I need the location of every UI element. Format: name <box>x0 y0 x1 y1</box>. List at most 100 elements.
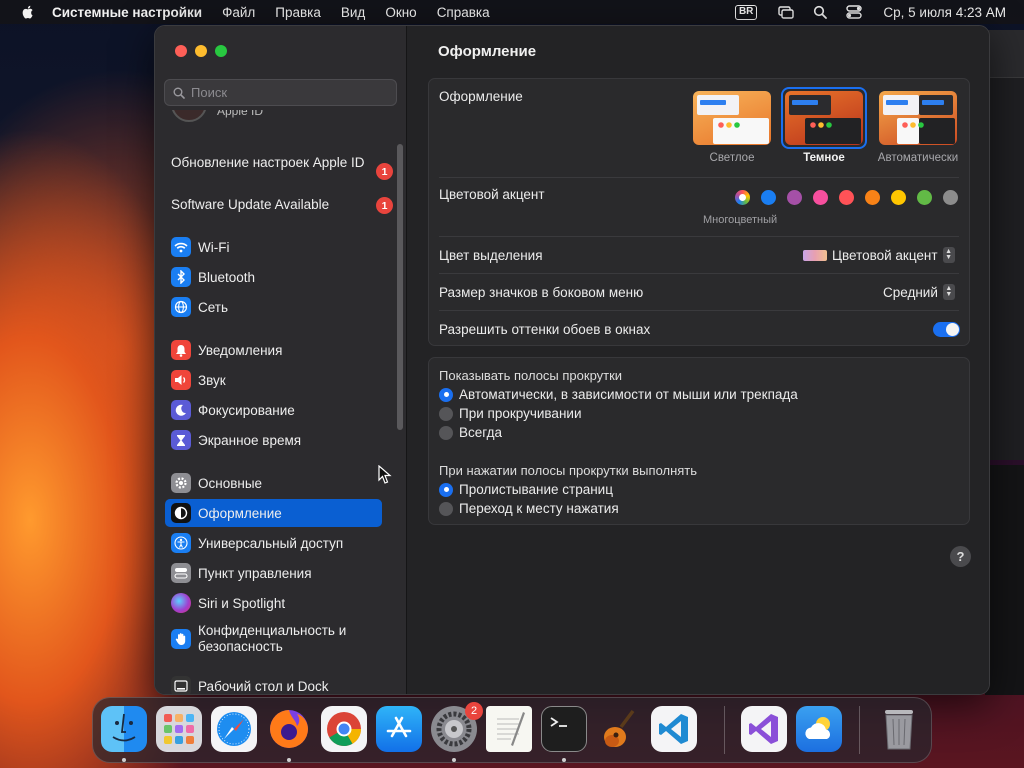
sidebar-icon-size-value: Средний <box>883 284 938 300</box>
sidebar-item-label: Фокусирование <box>198 402 295 418</box>
speaker-icon <box>171 370 191 390</box>
accent-pink-swatch[interactable] <box>813 190 828 205</box>
sidebar-item-sound[interactable]: Звук <box>165 366 382 394</box>
menu-window[interactable]: Окно <box>385 5 416 20</box>
accent-red-swatch[interactable] <box>839 190 854 205</box>
weather-icon[interactable] <box>796 706 842 752</box>
sidebar-item-label: Bluetooth <box>198 269 256 285</box>
dock-separator <box>724 706 725 754</box>
sidebar-item-screen-time[interactable]: Экранное время <box>165 426 382 454</box>
accessibility-icon <box>171 533 191 553</box>
garageband-icon[interactable] <box>596 706 642 752</box>
divider <box>439 273 959 274</box>
keyboard-layout-badge[interactable]: BR <box>734 4 758 20</box>
finder-icon[interactable] <box>101 706 147 752</box>
scrollbar-settings-group: Показывать полосы прокрутки Автоматическ… <box>428 357 970 525</box>
click-scrollbar-label: При нажатии полосы прокрутки выполнять <box>439 463 698 478</box>
chrome-icon[interactable] <box>321 706 367 752</box>
sidebar-item-desktop-dock[interactable]: Рабочий стол и Dock <box>165 672 382 694</box>
gear-icon <box>171 473 191 493</box>
accent-graphite-swatch[interactable] <box>943 190 958 205</box>
textedit-icon[interactable] <box>486 706 532 752</box>
radio-button[interactable] <box>439 425 453 440</box>
apple-id-row[interactable]: Apple ID <box>171 110 263 122</box>
notice-software-update[interactable]: Software Update Available 1 <box>171 197 393 214</box>
sidebar-item-label: Siri и Spotlight <box>198 595 286 611</box>
app-store-icon[interactable] <box>376 706 422 752</box>
terminal-icon[interactable] <box>541 706 587 752</box>
notice-apple-id-update[interactable]: Обновление настроек Apple ID 1 <box>171 155 393 180</box>
radio-button[interactable] <box>439 406 453 421</box>
sidebar-item-focus[interactable]: Фокусирование <box>165 396 382 424</box>
radio-button[interactable] <box>439 387 453 402</box>
vscode-icon[interactable] <box>651 706 697 752</box>
help-button[interactable]: ? <box>950 546 971 567</box>
minimize-button[interactable] <box>195 45 207 57</box>
sidebar-item-wifi[interactable]: Wi-Fi <box>165 233 382 261</box>
safari-icon[interactable] <box>211 706 257 752</box>
sidebar-icon-size-popup[interactable]: Средний ▲ ▼ <box>883 284 955 300</box>
sidebar-item-label: Основные <box>198 475 263 491</box>
click-option-jump-here[interactable]: Переход к месту нажатия <box>439 501 619 516</box>
menu-app-name[interactable]: Системные настройки <box>52 5 202 20</box>
highlight-color-popup[interactable]: Цветовой акцент ▲ ▼ <box>803 247 955 263</box>
sidebar-icon-size-label: Размер значков в боковом меню <box>439 285 644 300</box>
spotlight-search-icon[interactable] <box>811 3 829 21</box>
click-option-next-page[interactable]: Пролистывание страниц <box>439 482 613 497</box>
sidebar-item-bluetooth[interactable]: Bluetooth <box>165 263 382 291</box>
sidebar-item-label: Конфиденциальность и безопасность <box>198 623 347 654</box>
menubar-clock[interactable]: Ср, 5 июля 4:23 AM <box>883 5 1006 20</box>
accent-multicolor-swatch[interactable] <box>735 190 750 205</box>
accent-orange-swatch[interactable] <box>865 190 880 205</box>
control-center-icon[interactable] <box>845 3 863 21</box>
sidebar-item-network[interactable]: Сеть <box>165 293 382 321</box>
notification-badge: 1 <box>376 197 393 214</box>
notice-label: Обновление настроек Apple ID <box>171 155 365 170</box>
radio-button[interactable] <box>439 501 453 516</box>
trash-icon[interactable] <box>876 706 922 752</box>
highlight-preview-swatch <box>803 249 827 261</box>
appearance-dark-label: Темное <box>803 152 845 164</box>
launchpad-icon[interactable] <box>156 706 202 752</box>
highlight-color-label: Цвет выделения <box>439 248 543 263</box>
screen-mirroring-icon[interactable] <box>777 3 795 21</box>
apple-logo-icon[interactable] <box>20 4 36 20</box>
firefox-icon[interactable] <box>266 706 312 752</box>
appearance-light-thumbnail[interactable] <box>693 91 771 145</box>
sidebar-item-appearance[interactable]: Оформление <box>165 499 382 527</box>
zoom-button[interactable] <box>215 45 227 57</box>
sidebar-item-siri-spotlight[interactable]: Siri и Spotlight <box>165 589 382 617</box>
radio-label: При прокручивании <box>459 406 582 421</box>
sidebar-item-notifications[interactable]: Уведомления <box>165 336 382 364</box>
running-indicator <box>452 758 456 762</box>
accent-yellow-swatch[interactable] <box>891 190 906 205</box>
wallpaper-tint-toggle[interactable] <box>933 322 960 337</box>
menu-file[interactable]: Файл <box>222 5 255 20</box>
appearance-auto-thumbnail[interactable] <box>879 91 957 145</box>
hourglass-icon <box>171 430 191 450</box>
sidebar-item-privacy-security[interactable]: Конфиденциальность и безопасность <box>165 619 382 659</box>
menu-help[interactable]: Справка <box>437 5 490 20</box>
sidebar-item-accessibility[interactable]: Универсальный доступ <box>165 529 382 557</box>
search-input[interactable] <box>191 85 381 100</box>
close-button[interactable] <box>175 45 187 57</box>
scrollbars-option-scrolling[interactable]: При прокручивании <box>439 406 581 421</box>
accent-blue-swatch[interactable] <box>761 190 776 205</box>
radio-button[interactable] <box>439 482 453 497</box>
menu-edit[interactable]: Правка <box>275 5 321 20</box>
accent-green-swatch[interactable] <box>917 190 932 205</box>
hand-icon <box>171 629 191 649</box>
scrollbars-option-auto[interactable]: Автоматически, в зависимости от мыши или… <box>439 387 798 402</box>
appearance-icon <box>171 503 191 523</box>
system-settings-icon[interactable]: 2 <box>431 702 483 752</box>
sidebar-scrollbar[interactable] <box>397 144 403 430</box>
search-field[interactable] <box>164 79 397 106</box>
sidebar-item-general[interactable]: Основные <box>165 469 382 497</box>
accent-purple-swatch[interactable] <box>787 190 802 205</box>
visual-studio-icon[interactable] <box>741 706 787 752</box>
menu-view[interactable]: Вид <box>341 5 365 20</box>
sidebar-item-label: Звук <box>198 372 226 388</box>
sidebar-item-control-center[interactable]: Пункт управления <box>165 559 382 587</box>
appearance-dark-thumbnail[interactable] <box>785 91 863 145</box>
scrollbars-option-always[interactable]: Всегда <box>439 425 502 440</box>
